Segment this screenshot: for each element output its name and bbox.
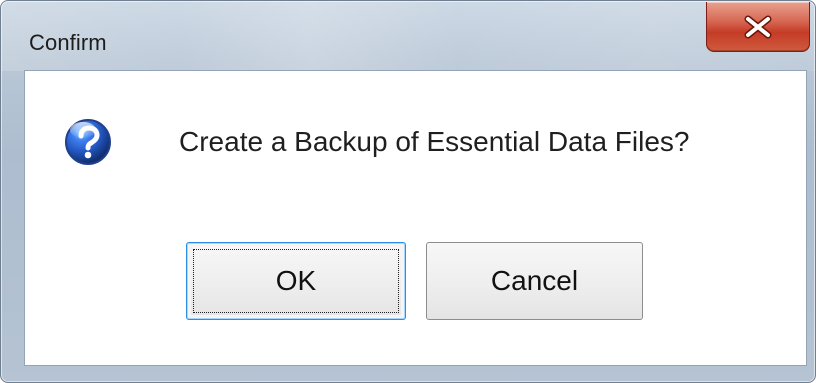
close-icon — [707, 2, 809, 51]
dialog-content: Create a Backup of Essential Data Files?… — [24, 70, 807, 366]
ok-button[interactable]: OK — [186, 242, 406, 320]
confirmation-message: Create a Backup of Essential Data Files? — [179, 126, 690, 157]
cancel-button[interactable]: Cancel — [426, 242, 643, 320]
confirm-dialog: Confirm Create a Backup of Essential Dat… — [0, 0, 816, 383]
question-icon — [63, 117, 113, 167]
close-button[interactable] — [706, 2, 810, 52]
titlebar: Confirm — [1, 1, 815, 69]
window-title: Confirm — [29, 30, 107, 55]
